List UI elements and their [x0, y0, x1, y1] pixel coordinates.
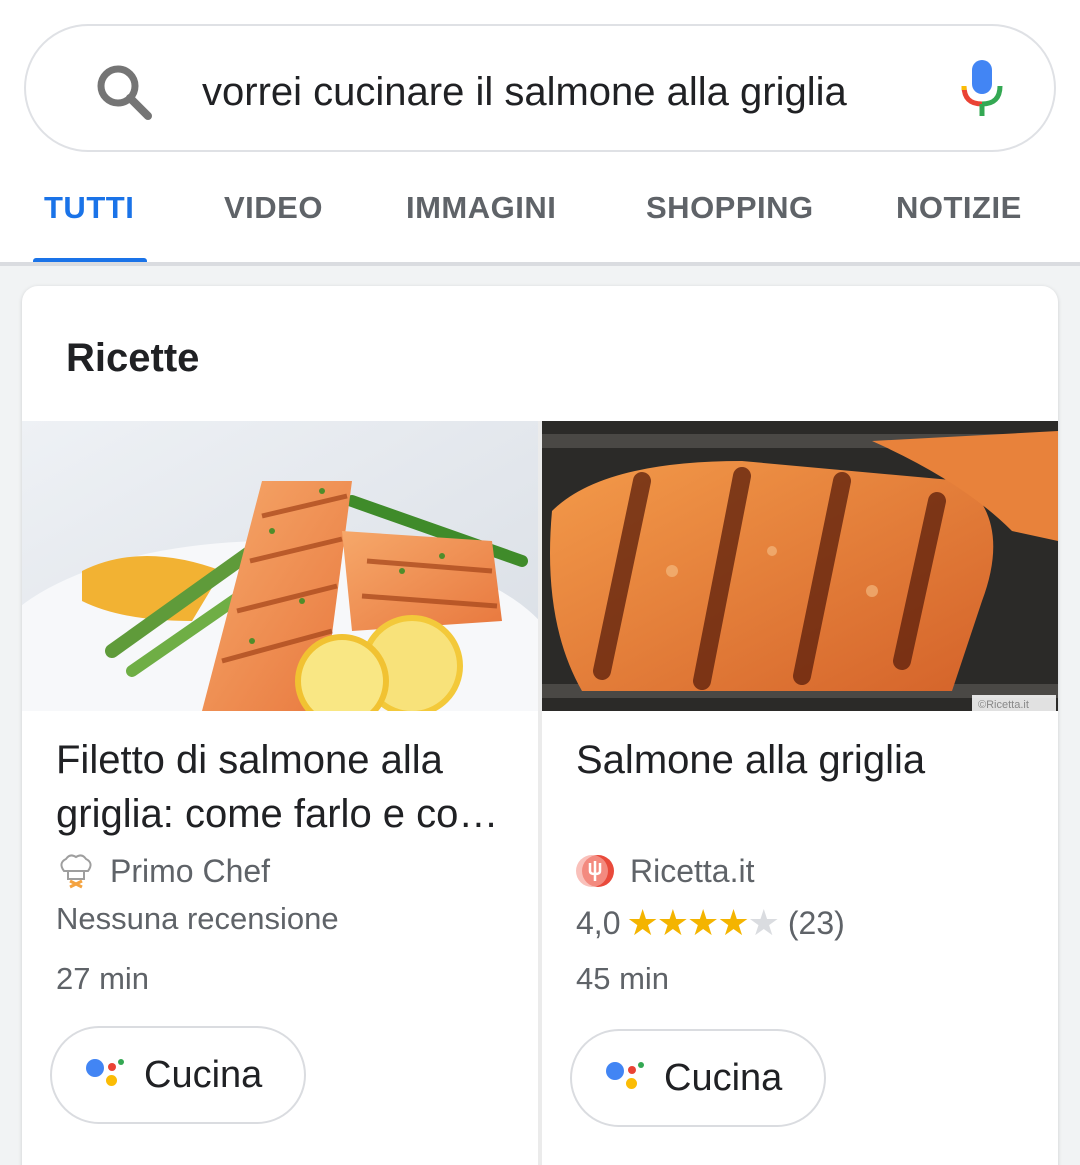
search-input[interactable]: vorrei cucinare il salmone alla griglia: [202, 64, 922, 120]
cook-button[interactable]: Cucina: [50, 1026, 306, 1124]
rating-value: 4,0: [576, 904, 621, 941]
rating-count: (23): [787, 904, 845, 941]
source-name[interactable]: Primo Chef: [110, 853, 270, 890]
tab-shopping[interactable]: SHOPPING: [646, 190, 814, 226]
recipe-image-grilled-salmon-fillet[interactable]: [22, 421, 538, 711]
star-empty-icon: ★: [747, 902, 780, 943]
search-bar[interactable]: vorrei cucinare il salmone alla griglia: [24, 24, 1056, 152]
source-name[interactable]: Ricetta.it: [630, 853, 754, 890]
cook-time: 45 min: [576, 961, 670, 996]
microphone-icon[interactable]: [960, 56, 1004, 120]
recipes-card: Ricette Filetto di salmone alla griglia:…: [22, 286, 1058, 1165]
tab-tutti[interactable]: TUTTI: [44, 190, 134, 226]
recipe-title[interactable]: Filetto di salmone alla griglia: come fa…: [56, 733, 532, 841]
search-tabs: TUTTI VIDEO IMMAGINI SHOPPING NOTIZIE: [0, 168, 1080, 264]
tab-notizie[interactable]: NOTIZIE: [896, 190, 1022, 226]
ricetta-logo-icon: [576, 855, 614, 887]
recipe-image-grilled-salmon[interactable]: ©Ricetta.it: [542, 421, 1058, 711]
cook-time: 27 min: [56, 961, 150, 996]
rating-stars: ★★★★★: [626, 902, 780, 944]
recipe-source: Ricetta.it: [576, 849, 754, 893]
google-assistant-icon: [606, 1058, 646, 1098]
tab-immagini[interactable]: IMMAGINI: [406, 190, 556, 226]
star-icon: ★: [717, 902, 749, 943]
chef-hat-icon: [60, 854, 92, 889]
cook-button-label: Cucina: [144, 1053, 263, 1096]
cook-button-label: Cucina: [664, 1056, 783, 1099]
search-icon[interactable]: [92, 60, 156, 124]
recipe-title[interactable]: Salmone alla griglia: [576, 733, 1052, 787]
image-watermark: ©Ricetta.it: [978, 699, 1029, 711]
review-status: Nessuna recensione: [56, 901, 339, 936]
recipe-rating: 4,0 ★★★★★ (23): [576, 902, 845, 944]
star-icon: ★: [656, 902, 689, 943]
cook-button[interactable]: Cucina: [570, 1029, 826, 1127]
star-icon: ★: [626, 902, 658, 943]
recipe-source: Primo Chef: [56, 849, 270, 893]
recipe-card-1[interactable]: Filetto di salmone alla griglia: come fa…: [22, 421, 538, 1165]
card-title: Ricette: [66, 336, 200, 380]
google-assistant-icon: [86, 1055, 126, 1095]
tab-video[interactable]: VIDEO: [224, 190, 323, 226]
star-icon: ★: [687, 902, 719, 943]
